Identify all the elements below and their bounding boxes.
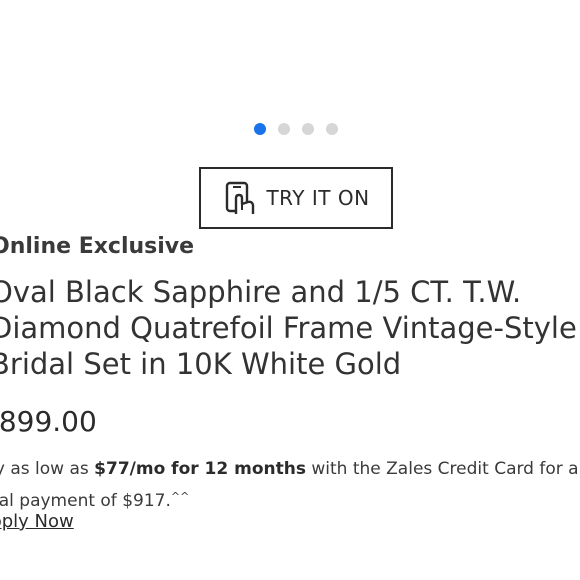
online-exclusive-badge: Online Exclusive: [0, 234, 195, 259]
image-carousel-dots: [254, 123, 338, 135]
product-detail-panel: TRY IT ON Online Exclusive Oval Black Sa…: [0, 0, 580, 580]
financing-line-2: total payment of $917.^^: [0, 483, 580, 515]
try-it-on-button[interactable]: TRY IT ON: [199, 167, 393, 229]
carousel-dot-4[interactable]: [326, 123, 338, 135]
product-price: $899.00: [0, 405, 97, 438]
financing-offer: Pay as low as $77/mo for 12 months with …: [0, 455, 580, 515]
apply-now-link[interactable]: Apply Now: [0, 511, 74, 532]
financing-prefix: Pay as low as: [0, 459, 89, 479]
financing-footnote: ^^: [170, 490, 190, 503]
financing-total: total payment of $917.: [0, 491, 171, 511]
product-title: Oval Black Sapphire and 1/5 CT. T.W. Dia…: [0, 274, 580, 382]
carousel-dot-3[interactable]: [302, 123, 314, 135]
carousel-dot-1[interactable]: [254, 123, 266, 135]
financing-card-text: with the Zales Credit Card for a: [305, 459, 579, 479]
product-title-line: Oval Black Sapphire and 1/5 CT. T.W.: [0, 275, 522, 309]
product-title-line: Diamond Quatrefoil Frame Vintage-Style: [0, 311, 577, 345]
try-it-on-label: TRY IT ON: [266, 186, 370, 210]
carousel-dot-2[interactable]: [278, 123, 290, 135]
product-title-line: Bridal Set in 10K White Gold: [0, 347, 402, 381]
phone-hand-icon: [226, 181, 255, 214]
financing-line-1: Pay as low as $77/mo for 12 months with …: [0, 455, 580, 483]
financing-monthly-amount: $77/mo for 12 months: [94, 459, 306, 479]
